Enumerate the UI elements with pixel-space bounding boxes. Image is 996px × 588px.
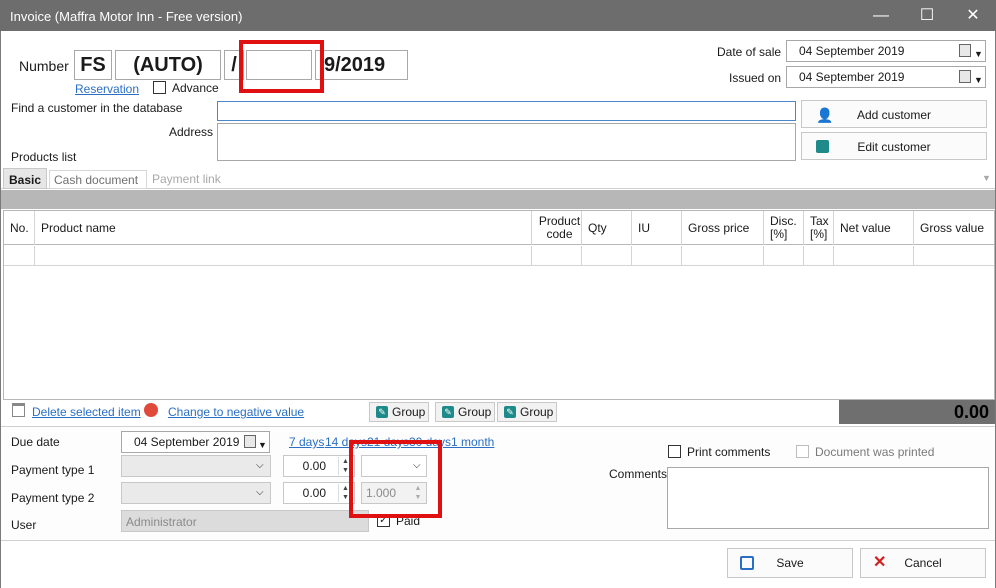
group-button-1[interactable]: ✎ Group: [369, 402, 429, 422]
user-label: User: [11, 518, 37, 532]
reservation-link[interactable]: Reservation: [75, 82, 139, 96]
due-1-month-link[interactable]: 1 month: [451, 435, 494, 449]
print-comments-label: Print comments: [687, 445, 771, 459]
add-user-icon: 👤: [816, 107, 834, 123]
group-button-2[interactable]: ✎ Group: [435, 402, 495, 422]
save-icon: [740, 556, 754, 570]
tab-cash-document[interactable]: Cash document: [49, 170, 147, 189]
document-printed-label: Document was printed: [815, 445, 935, 459]
title-bar: Invoice (Maffra Motor Inn - Free version…: [0, 0, 996, 31]
payment-type-2-amount[interactable]: 0.00 ▲ ▼: [283, 482, 355, 504]
chevron-down-icon: ⌵: [256, 487, 264, 498]
col-product-code[interactable]: Product code: [532, 211, 582, 245]
col-product-name[interactable]: Product name: [35, 211, 532, 245]
table-header: No. Product name Product code Qty IU Gro…: [4, 211, 994, 245]
edit-customer-button[interactable]: Edit customer: [801, 132, 987, 160]
trash-icon: [12, 403, 25, 417]
issued-on-label: Issued on: [729, 71, 782, 85]
pencil-icon: ✎: [504, 406, 516, 418]
col-no[interactable]: No.: [4, 211, 35, 245]
chevron-down-icon: ▼: [974, 49, 983, 59]
number-label: Number: [19, 58, 69, 74]
date-of-sale-picker[interactable]: 04 September 2019 ▼: [786, 40, 986, 62]
tab-strip: [1, 168, 995, 189]
col-tax[interactable]: Tax [%]: [804, 211, 834, 245]
total-value: 0.00: [839, 400, 995, 424]
payment-type-2-label: Payment type 2: [11, 491, 95, 505]
issued-on-value: 04 September 2019: [799, 70, 905, 84]
find-customer-label: Find a customer in the database: [11, 101, 183, 115]
save-button[interactable]: Save: [727, 548, 853, 578]
highlight-box-payment: [349, 440, 442, 518]
document-printed-checkbox[interactable]: [796, 445, 809, 458]
highlight-box-number: [239, 40, 324, 93]
col-net-value[interactable]: Net value: [834, 211, 914, 245]
tab-basic[interactable]: Basic: [3, 168, 47, 189]
add-customer-button[interactable]: 👤 Add customer: [801, 100, 987, 128]
calendar-icon: [244, 435, 256, 448]
delete-selected-link[interactable]: Delete selected item: [32, 405, 141, 419]
advance-label: Advance: [172, 81, 219, 95]
user-select[interactable]: Administrator: [121, 510, 369, 532]
comments-field[interactable]: [667, 467, 989, 529]
group-button-3[interactable]: ✎ Group: [497, 402, 557, 422]
close-button[interactable]: ✕: [950, 0, 996, 31]
edit-icon: [816, 140, 829, 153]
number-year: 9/2019: [315, 50, 408, 80]
number-auto: (AUTO): [115, 50, 221, 80]
col-gross-price[interactable]: Gross price: [682, 211, 764, 245]
find-customer-input[interactable]: [217, 101, 796, 121]
col-disc[interactable]: Disc. [%]: [764, 211, 804, 245]
number-prefix: FS: [74, 50, 112, 80]
tabs-chevron-icon[interactable]: ▼: [982, 173, 991, 183]
payment-type-1-select[interactable]: ⌵: [121, 455, 271, 477]
negative-icon: [144, 403, 158, 417]
date-of-sale-label: Date of sale: [717, 45, 782, 59]
print-comments-checkbox[interactable]: [668, 445, 681, 458]
due-7-days-link[interactable]: 7 days: [289, 435, 324, 449]
window-title: Invoice (Maffra Motor Inn - Free version…: [10, 9, 243, 24]
payment-type-1-label: Payment type 1: [11, 463, 95, 477]
col-qty[interactable]: Qty: [582, 211, 632, 245]
advance-checkbox[interactable]: [153, 81, 166, 94]
address-field[interactable]: [217, 123, 796, 161]
payment-type-1-amount[interactable]: 0.00 ▲ ▼: [283, 455, 355, 477]
col-gross-value[interactable]: Gross value: [914, 211, 994, 245]
date-of-sale-value: 04 September 2019: [799, 44, 905, 58]
products-list-label: Products list: [11, 150, 77, 164]
cancel-button[interactable]: ✕ Cancel: [860, 548, 986, 578]
address-label: Address: [169, 125, 214, 139]
pencil-icon: ✎: [376, 406, 388, 418]
issued-on-picker[interactable]: 04 September 2019 ▼: [786, 66, 986, 88]
chevron-down-icon: ⌵: [256, 460, 264, 471]
comments-label: Comments: [609, 467, 668, 481]
payment-type-2-select[interactable]: ⌵: [121, 482, 271, 504]
chevron-down-icon: ▼: [258, 440, 267, 450]
chevron-down-icon: ▼: [974, 75, 983, 85]
table-row[interactable]: [4, 246, 994, 266]
col-iu[interactable]: IU: [632, 211, 682, 245]
due-date-picker[interactable]: 04 September 2019 ▼: [121, 431, 270, 453]
calendar-icon: [959, 70, 971, 83]
tab-payment-link[interactable]: Payment link: [152, 172, 221, 186]
minimize-button[interactable]: —: [858, 0, 904, 31]
products-table[interactable]: No. Product name Product code Qty IU Gro…: [3, 210, 995, 400]
calendar-icon: [959, 44, 971, 57]
maximize-button[interactable]: ☐: [904, 0, 950, 31]
invoice-window: Number FS (AUTO) / 9/2019 Reservation Ad…: [0, 31, 996, 588]
due-date-label: Due date: [11, 435, 60, 449]
toolbar-band: [1, 190, 995, 209]
change-negative-link[interactable]: Change to negative value: [168, 405, 304, 419]
cancel-icon: ✕: [873, 554, 887, 571]
due-date-value: 04 September 2019: [134, 435, 240, 449]
pencil-icon: ✎: [442, 406, 454, 418]
